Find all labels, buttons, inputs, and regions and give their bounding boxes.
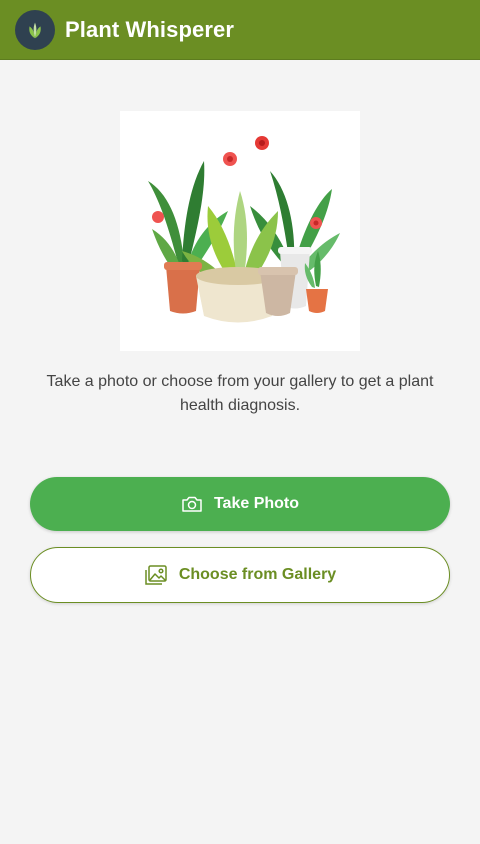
take-photo-label: Take Photo [213, 495, 300, 512]
choose-from-gallery-button[interactable]: Choose from Gallery [30, 547, 450, 603]
app-bar: Plant Whisperer [0, 0, 480, 60]
app-title: Plant Whisperer [65, 17, 234, 42]
leaf-icon [29, 22, 41, 39]
image-gallery-icon [144, 564, 168, 586]
plant-illustration [120, 111, 360, 351]
instructions-text: Take a photo or choose from your gallery… [46, 373, 434, 414]
camera-icon [181, 495, 203, 513]
take-photo-button[interactable]: Take Photo [30, 477, 450, 531]
app-logo [15, 10, 55, 50]
app-screen: Plant Whisperer Take a photo or choose f… [0, 0, 480, 844]
choose-from-gallery-label: Choose from Gallery [178, 566, 337, 583]
